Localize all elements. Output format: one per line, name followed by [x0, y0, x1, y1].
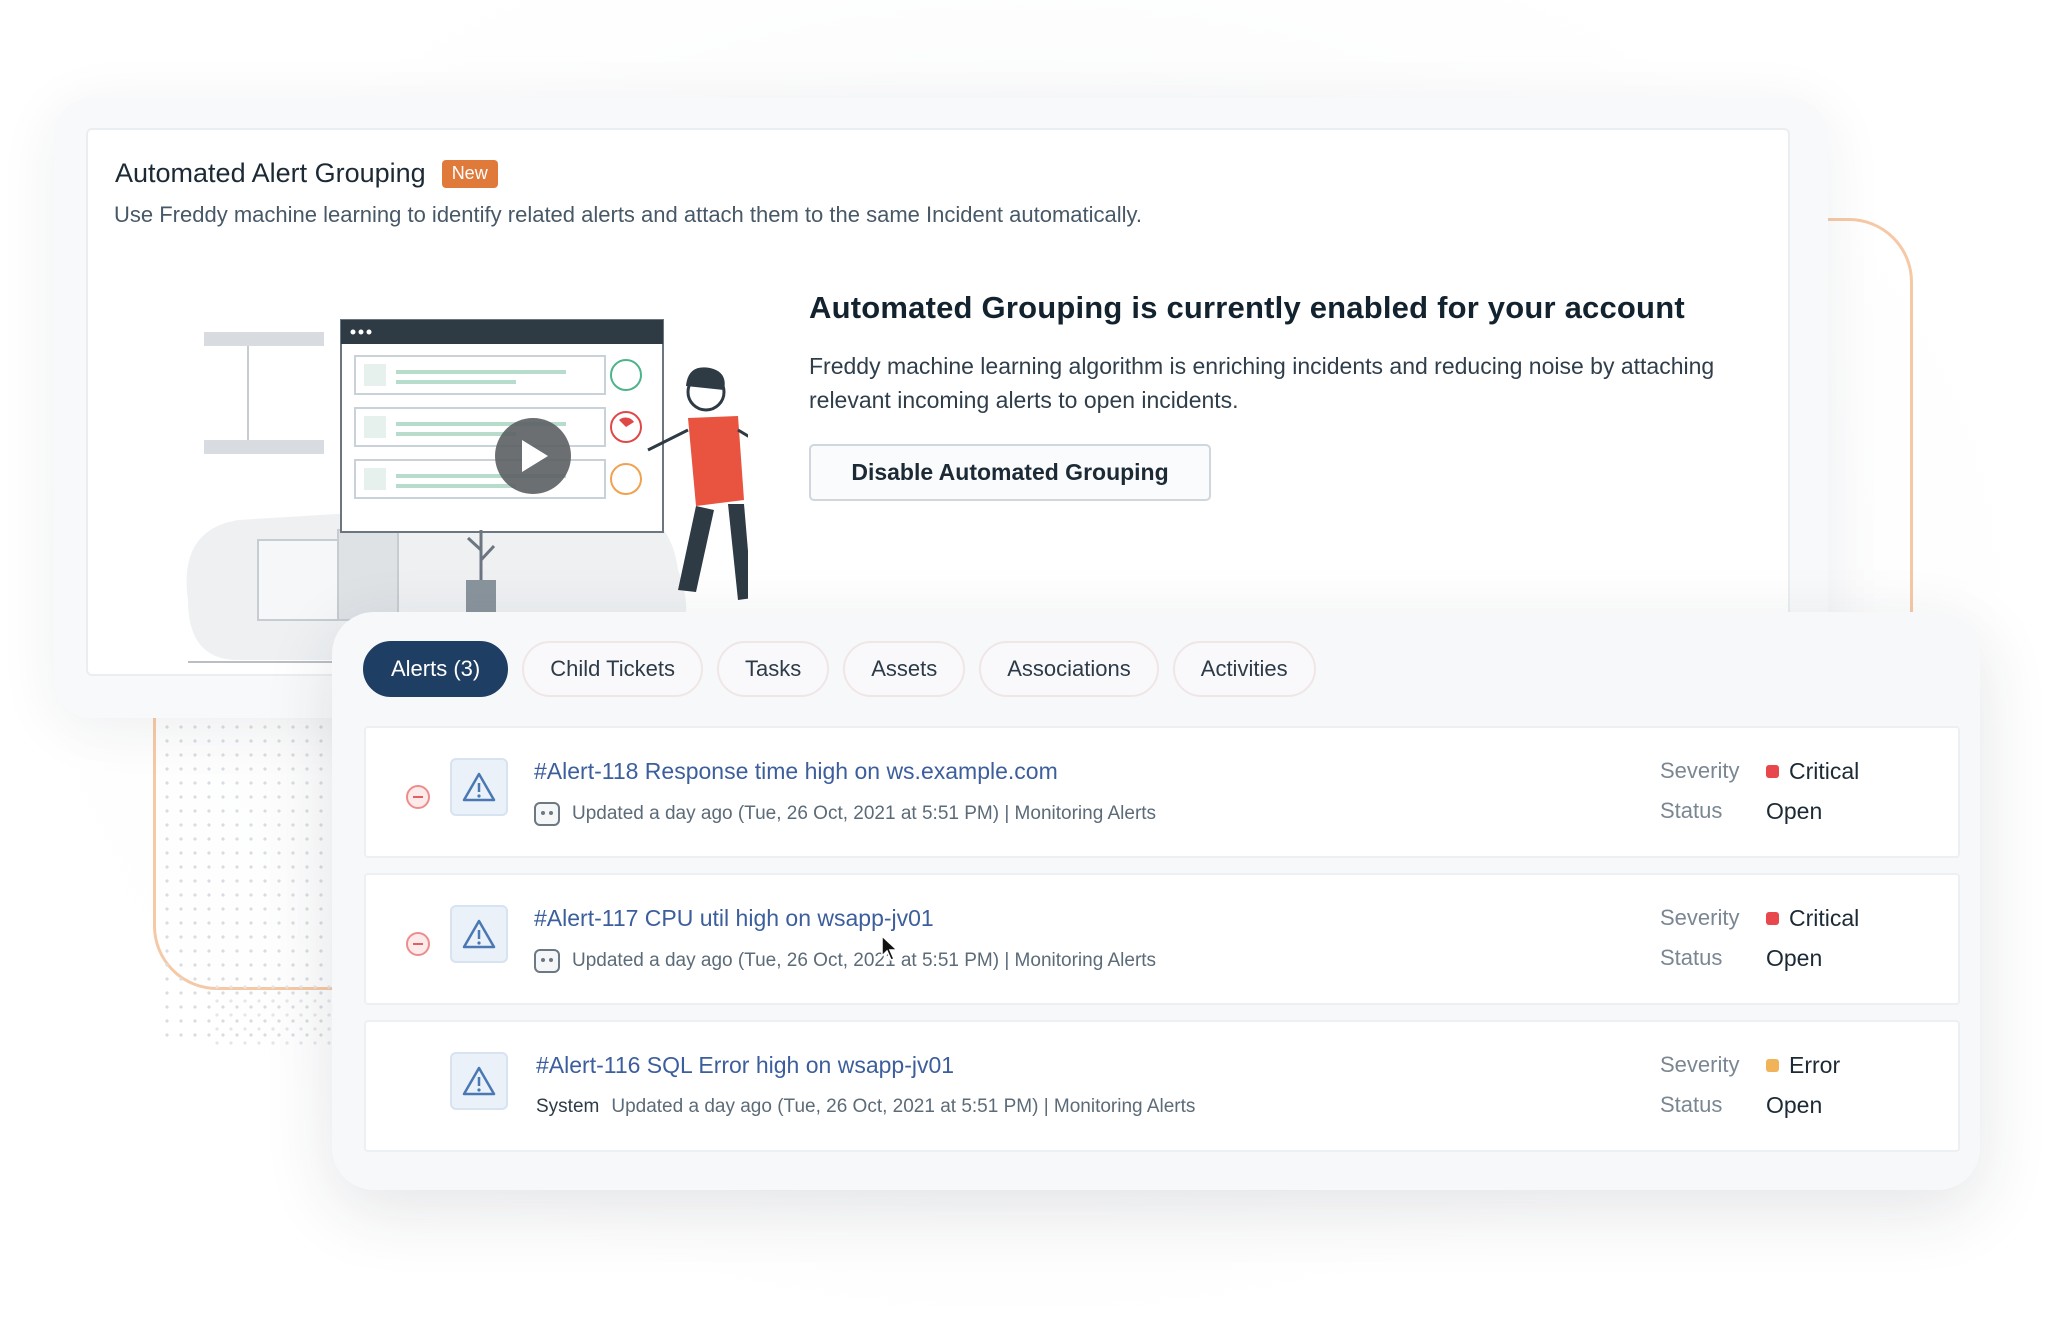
warning-triangle-icon [462, 1066, 496, 1096]
tab-activities[interactable]: Activities [1172, 641, 1316, 697]
tab-assets[interactable]: Assets [843, 641, 966, 697]
remove-alert-icon[interactable] [406, 932, 430, 956]
alert-meta: Updated a day ago (Tue, 26 Oct, 2021 at … [534, 949, 1156, 973]
enabled-status-description: Freddy machine learning algorithm is enr… [809, 353, 1715, 413]
card-title-text: Automated Alert Grouping [115, 158, 426, 188]
severity-critical-dot [1766, 912, 1779, 925]
alert-row[interactable]: #Alert-117 CPU util high on wsapp-jv01 U… [364, 873, 1960, 1005]
severity-error-dot [1766, 1059, 1779, 1072]
alert-type-icon [450, 1052, 508, 1110]
status-label: Status [1660, 1092, 1723, 1117]
severity-value: Critical [1766, 758, 1859, 785]
new-badge: New [441, 159, 498, 188]
alert-row[interactable]: #Alert-118 Response time high on ws.exam… [364, 726, 1960, 858]
alert-updated-text: Updated a day ago (Tue, 26 Oct, 2021 at … [572, 950, 1157, 971]
automated-grouping-card: Automated Alert Grouping New Use Freddy … [86, 128, 1790, 676]
illustration-box [257, 539, 349, 621]
alert-updated-text: Updated a day ago (Tue, 26 Oct, 2021 at … [572, 803, 1157, 824]
warning-triangle-icon [462, 919, 496, 949]
alert-title-link[interactable]: #Alert-118 Response time high on ws.exam… [534, 758, 1058, 785]
severity-critical-dot [1766, 765, 1779, 778]
alert-title-link[interactable]: #Alert-117 CPU util high on wsapp-jv01 [534, 905, 934, 932]
bot-source-icon [534, 949, 560, 973]
bot-source-icon [534, 802, 560, 826]
status-label: Status [1660, 945, 1723, 970]
severity-label: Severity [1660, 1052, 1740, 1077]
severity-value: Critical [1766, 905, 1859, 932]
alert-type-icon [450, 758, 508, 816]
alert-meta: System Updated a day ago (Tue, 26 Oct, 2… [536, 1096, 1195, 1118]
severity-label: Severity [1660, 905, 1740, 930]
alert-row[interactable]: #Alert-116 SQL Error high on wsapp-jv01 … [364, 1020, 1960, 1152]
warning-triangle-icon [462, 772, 496, 802]
ticket-tabs: Alerts (3) Child Tickets Tasks Assets As… [363, 641, 1316, 697]
enabled-status-title: Automated Grouping is currently enabled … [809, 290, 1685, 325]
alert-title-link[interactable]: #Alert-116 SQL Error high on wsapp-jv01 [536, 1052, 954, 1079]
disable-grouping-button[interactable]: Disable Automated Grouping [809, 444, 1211, 501]
card-title: Automated Alert Grouping New [115, 158, 498, 189]
remove-alert-icon[interactable] [406, 785, 430, 809]
card-description: Use Freddy machine learning to identify … [114, 202, 1143, 227]
tab-associations[interactable]: Associations [979, 641, 1159, 697]
status-value: Open [1766, 798, 1823, 824]
status-value: Open [1766, 945, 1823, 971]
tab-tasks[interactable]: Tasks [716, 641, 830, 697]
tab-alerts[interactable]: Alerts (3) [363, 641, 509, 697]
severity-text: Critical [1789, 758, 1860, 784]
tab-child-tickets[interactable]: Child Tickets [522, 641, 703, 697]
status-value: Open [1766, 1092, 1823, 1118]
severity-text: Error [1789, 1052, 1841, 1078]
alert-meta: Updated a day ago (Tue, 26 Oct, 2021 at … [534, 802, 1156, 826]
alert-type-icon [450, 905, 508, 963]
status-label: Status [1660, 798, 1723, 823]
alert-source-system: System [536, 1096, 600, 1117]
severity-value: Error [1766, 1052, 1840, 1079]
mouse-cursor-icon [881, 934, 899, 961]
severity-text: Critical [1789, 905, 1860, 931]
alert-updated-text: Updated a day ago (Tue, 26 Oct, 2021 at … [611, 1096, 1196, 1117]
illustration-shelf [204, 332, 324, 346]
severity-label: Severity [1660, 758, 1740, 783]
